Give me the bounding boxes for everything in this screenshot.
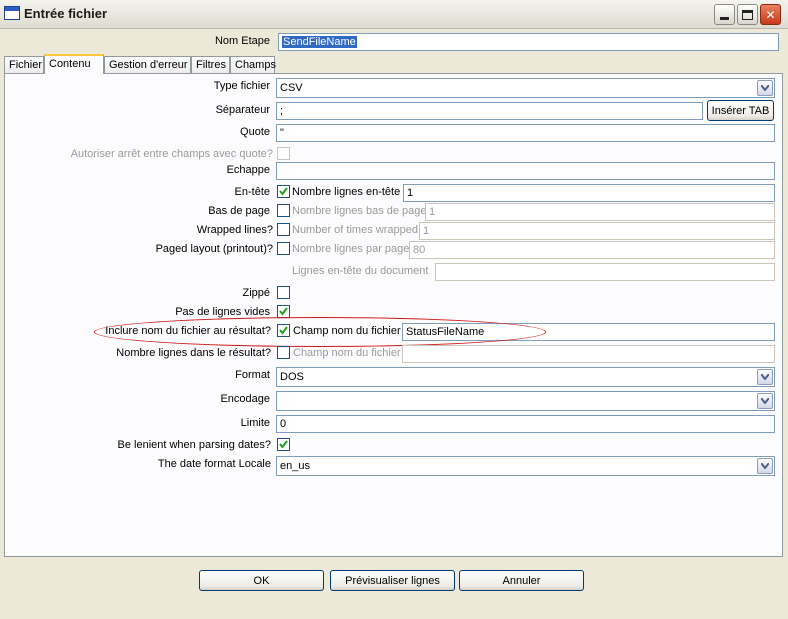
- chevron-down-icon[interactable]: [757, 369, 773, 385]
- format-select[interactable]: DOS: [276, 367, 775, 387]
- page-lines-input[interactable]: 80: [409, 241, 775, 259]
- quote-label: Quote: [240, 126, 270, 138]
- tab-contenu[interactable]: Contenu: [44, 54, 104, 74]
- tab-gestion-erreur[interactable]: Gestion d'erreur: [104, 56, 191, 74]
- header-label: En-tête: [234, 186, 270, 198]
- doc-header-lines-input[interactable]: [435, 263, 775, 281]
- close-button[interactable]: ✕: [760, 4, 781, 25]
- minimize-icon: [720, 17, 729, 20]
- footer-lines-label: Nombre lignes bas de page: [292, 205, 427, 217]
- cancel-button[interactable]: Annuler: [459, 570, 584, 591]
- row-number-label: Nombre lignes dans le résultat?: [116, 347, 271, 359]
- limit-label: Limite: [240, 417, 270, 429]
- no-empty-rows-checkbox[interactable]: [277, 305, 290, 318]
- encoding-select[interactable]: [276, 391, 775, 411]
- minimize-button[interactable]: [714, 4, 735, 25]
- encoding-label: Encodage: [220, 393, 270, 405]
- insert-tab-button[interactable]: Insérer TAB: [707, 100, 774, 121]
- title-bar[interactable]: Entrée fichier ✕: [0, 0, 788, 29]
- step-name-input[interactable]: SendFileName: [278, 33, 779, 51]
- quote-input[interactable]: ": [276, 124, 775, 142]
- date-locale-value: en_us: [280, 460, 310, 472]
- footer-lines-input[interactable]: 1: [425, 203, 775, 221]
- file-type-label: Type fichier: [213, 80, 270, 92]
- ok-button[interactable]: OK: [199, 570, 324, 591]
- filename-field-input[interactable]: StatusFileName: [402, 323, 775, 341]
- header-lines-label: Nombre lignes en-tête: [292, 186, 401, 198]
- page-lines-label: Nombre lignes par page: [292, 243, 410, 255]
- tab-fichier[interactable]: Fichier: [4, 56, 44, 74]
- format-label: Format: [235, 369, 270, 381]
- window-bottom-edge: [0, 612, 788, 619]
- header-lines-input[interactable]: 1: [403, 184, 775, 202]
- step-name-label: Nom Etape: [214, 35, 270, 47]
- tab-champs[interactable]: Champs: [230, 56, 276, 74]
- file-type-select[interactable]: CSV: [276, 78, 775, 98]
- preview-rows-button[interactable]: Prévisualiser lignes: [330, 570, 455, 591]
- zipped-label: Zippé: [242, 287, 270, 299]
- close-icon: ✕: [765, 7, 776, 22]
- doc-header-lines-label: Lignes en-tête du document: [292, 265, 429, 277]
- no-empty-rows-label: Pas de lignes vides: [175, 306, 270, 318]
- include-filename-checkbox[interactable]: [277, 324, 290, 337]
- limit-input[interactable]: 0: [276, 415, 775, 433]
- format-value: DOS: [280, 371, 304, 383]
- footer-label: Bas de page: [208, 205, 270, 217]
- zipped-checkbox[interactable]: [277, 286, 290, 299]
- file-type-value: CSV: [280, 82, 303, 94]
- escape-label: Echappe: [226, 164, 270, 176]
- include-filename-label: Inclure nom du fichier au résultat?: [105, 325, 271, 337]
- tab-filtres[interactable]: Filtres: [191, 56, 230, 74]
- window-title: Entrée fichier: [24, 6, 108, 21]
- wrapped-label: Wrapped lines?: [196, 224, 273, 236]
- wrapped-checkbox[interactable]: [277, 223, 290, 236]
- chevron-down-icon[interactable]: [757, 393, 773, 409]
- wrapped-times-input[interactable]: 1: [419, 222, 775, 240]
- header-checkbox[interactable]: [277, 185, 290, 198]
- chevron-down-icon[interactable]: [757, 458, 773, 474]
- paged-checkbox[interactable]: [277, 242, 290, 255]
- maximize-button[interactable]: [737, 4, 758, 25]
- step-name-value: SendFileName: [282, 36, 357, 48]
- row-number-field-label: Champ nom du fichier: [293, 347, 401, 359]
- allow-breaks-label: Autoriser arrêt entre champs avec quote?: [70, 148, 273, 160]
- separator-label: Séparateur: [215, 104, 270, 116]
- escape-input[interactable]: [276, 162, 775, 180]
- chevron-down-icon[interactable]: [757, 80, 773, 96]
- row-number-field-input[interactable]: [402, 345, 775, 363]
- lenient-dates-label: Be lenient when parsing dates?: [117, 439, 272, 451]
- separator-input[interactable]: ;: [276, 102, 703, 120]
- footer-checkbox[interactable]: [277, 204, 290, 217]
- filename-field-label: Champ nom du fichier: [293, 325, 401, 337]
- maximize-icon: [742, 9, 753, 20]
- paged-label: Paged layout (printout)?: [155, 243, 273, 255]
- wrapped-times-label: Number of times wrapped: [292, 224, 418, 236]
- date-locale-label: The date format Locale: [157, 458, 271, 470]
- date-locale-select[interactable]: en_us: [276, 456, 775, 476]
- row-number-checkbox[interactable]: [277, 346, 290, 359]
- lenient-dates-checkbox[interactable]: [277, 438, 290, 451]
- window-icon: [4, 6, 20, 20]
- allow-breaks-checkbox[interactable]: [277, 147, 290, 160]
